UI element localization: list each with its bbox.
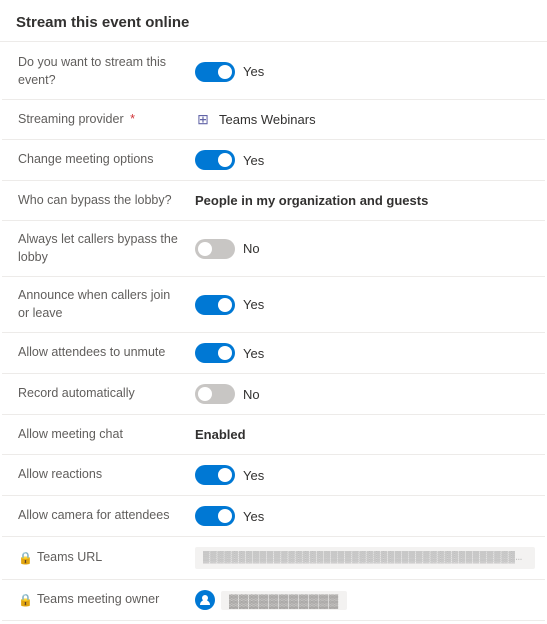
row-wrapper-announce-callers: Announce when callers join or leave Yes [2,277,545,333]
toggle-label: Yes [243,64,264,79]
label-teams-url: 🔒Teams URL [2,545,187,571]
label-record-automatically: Record automatically [2,381,187,407]
page-container: Stream this event online Do you want to … [0,0,547,623]
lock-icon: 🔒 [18,550,33,567]
row-wrapper-meeting-chat: Allow meeting chat Enabled [2,415,545,455]
value-teams-meeting-owner: ▓▓▓▓▓▓▓▓▓▓▓ [187,586,545,614]
label-meeting-chat: Allow meeting chat [2,422,187,448]
value-record-automatically[interactable]: No [187,380,545,408]
toggle-callers-bypass[interactable]: No [195,239,260,259]
row-wrapper-streaming-provider: Streaming provider * ⊞ Teams Webinars [2,100,545,140]
row-wrapper-record-automatically: Record automatically No [2,374,545,415]
label-allow-camera: Allow camera for attendees [2,503,187,529]
toggle-label: No [243,241,260,256]
toggle-label: No [243,387,260,402]
toggle-allow-camera[interactable]: Yes [195,506,264,526]
toggle-thumb [218,153,232,167]
meeting-owner-name: ▓▓▓▓▓▓▓▓▓▓▓ [221,591,347,610]
label-callers-bypass: Always let callers bypass the lobby [2,227,187,270]
teams-url-value[interactable]: ▓▓▓▓▓▓▓▓▓▓▓▓▓▓▓▓▓▓▓▓▓▓▓▓▓▓▓▓▓▓▓▓▓▓▓▓▓▓▓▓… [195,547,535,569]
toggle-label: Yes [243,509,264,524]
user-avatar-icon [195,590,215,610]
toggle-track[interactable] [195,62,235,82]
toggle-thumb [218,468,232,482]
bold-value-meeting-chat: Enabled [195,427,246,442]
value-streaming-provider: ⊞ Teams Webinars [187,108,545,132]
toggle-thumb [198,387,212,401]
teams-webinars-icon: ⊞ [195,112,211,128]
toggle-label: Yes [243,468,264,483]
toggle-label: Yes [243,153,264,168]
bold-value-bypass-lobby: People in my organization and guests [195,193,428,208]
row-wrapper-allow-reactions: Allow reactions Yes [2,455,545,496]
row-wrapper-callers-bypass: Always let callers bypass the lobby No [2,221,545,277]
toggle-track[interactable] [195,384,235,404]
label-allow-reactions: Allow reactions [2,462,187,488]
label-announce-callers: Announce when callers join or leave [2,283,187,326]
row-wrapper-allow-camera: Allow camera for attendees Yes [2,496,545,537]
toggle-thumb [218,509,232,523]
value-allow-camera[interactable]: Yes [187,502,545,530]
lock-icon: 🔒 [18,592,33,609]
row-wrapper-teams-url: 🔒Teams URL ▓▓▓▓▓▓▓▓▓▓▓▓▓▓▓▓▓▓▓▓▓▓▓▓▓▓▓▓▓… [2,537,545,580]
value-announce-callers[interactable]: Yes [187,291,545,319]
toggle-change-meeting-options[interactable]: Yes [195,150,264,170]
value-allow-unmute[interactable]: Yes [187,339,545,367]
row-wrapper-change-meeting-options: Change meeting options Yes [2,140,545,181]
settings-table: Do you want to stream this event? Yes St… [0,42,547,623]
value-change-meeting-options[interactable]: Yes [187,146,545,174]
toggle-thumb [218,65,232,79]
toggle-label: Yes [243,297,264,312]
value-teams-url: ▓▓▓▓▓▓▓▓▓▓▓▓▓▓▓▓▓▓▓▓▓▓▓▓▓▓▓▓▓▓▓▓▓▓▓▓▓▓▓▓… [187,543,545,573]
toggle-track[interactable] [195,343,235,363]
toggle-label: Yes [243,346,264,361]
label-change-meeting-options: Change meeting options [2,147,187,173]
label-teams-meeting-owner: 🔒Teams meeting owner [2,587,187,613]
toggle-announce-callers[interactable]: Yes [195,295,264,315]
value-bypass-lobby: People in my organization and guests [187,189,545,212]
toggle-track[interactable] [195,150,235,170]
toggle-thumb [218,346,232,360]
row-wrapper-stream-event: Do you want to stream this event? Yes [2,44,545,100]
toggle-stream-event[interactable]: Yes [195,62,264,82]
toggle-allow-reactions[interactable]: Yes [195,465,264,485]
row-wrapper-teams-meeting-owner: 🔒Teams meeting owner ▓▓▓▓▓▓▓▓▓▓▓ [2,580,545,621]
value-meeting-chat: Enabled [187,423,545,446]
page-title: Stream this event online [0,0,547,42]
label-streaming-provider: Streaming provider * [2,107,187,133]
provider-name: Teams Webinars [219,112,316,127]
label-bypass-lobby: Who can bypass the lobby? [2,188,187,214]
row-wrapper-bypass-lobby: Who can bypass the lobby? People in my or… [2,181,545,221]
toggle-allow-unmute[interactable]: Yes [195,343,264,363]
toggle-thumb [218,298,232,312]
required-star: * [127,112,135,126]
value-stream-event[interactable]: Yes [187,58,545,86]
value-callers-bypass[interactable]: No [187,235,545,263]
toggle-record-automatically[interactable]: No [195,384,260,404]
toggle-track[interactable] [195,506,235,526]
toggle-track[interactable] [195,465,235,485]
value-allow-reactions[interactable]: Yes [187,461,545,489]
toggle-track[interactable] [195,239,235,259]
label-stream-event: Do you want to stream this event? [2,50,187,93]
toggle-track[interactable] [195,295,235,315]
label-allow-unmute: Allow attendees to unmute [2,340,187,366]
toggle-thumb [198,242,212,256]
row-wrapper-allow-unmute: Allow attendees to unmute Yes [2,333,545,374]
